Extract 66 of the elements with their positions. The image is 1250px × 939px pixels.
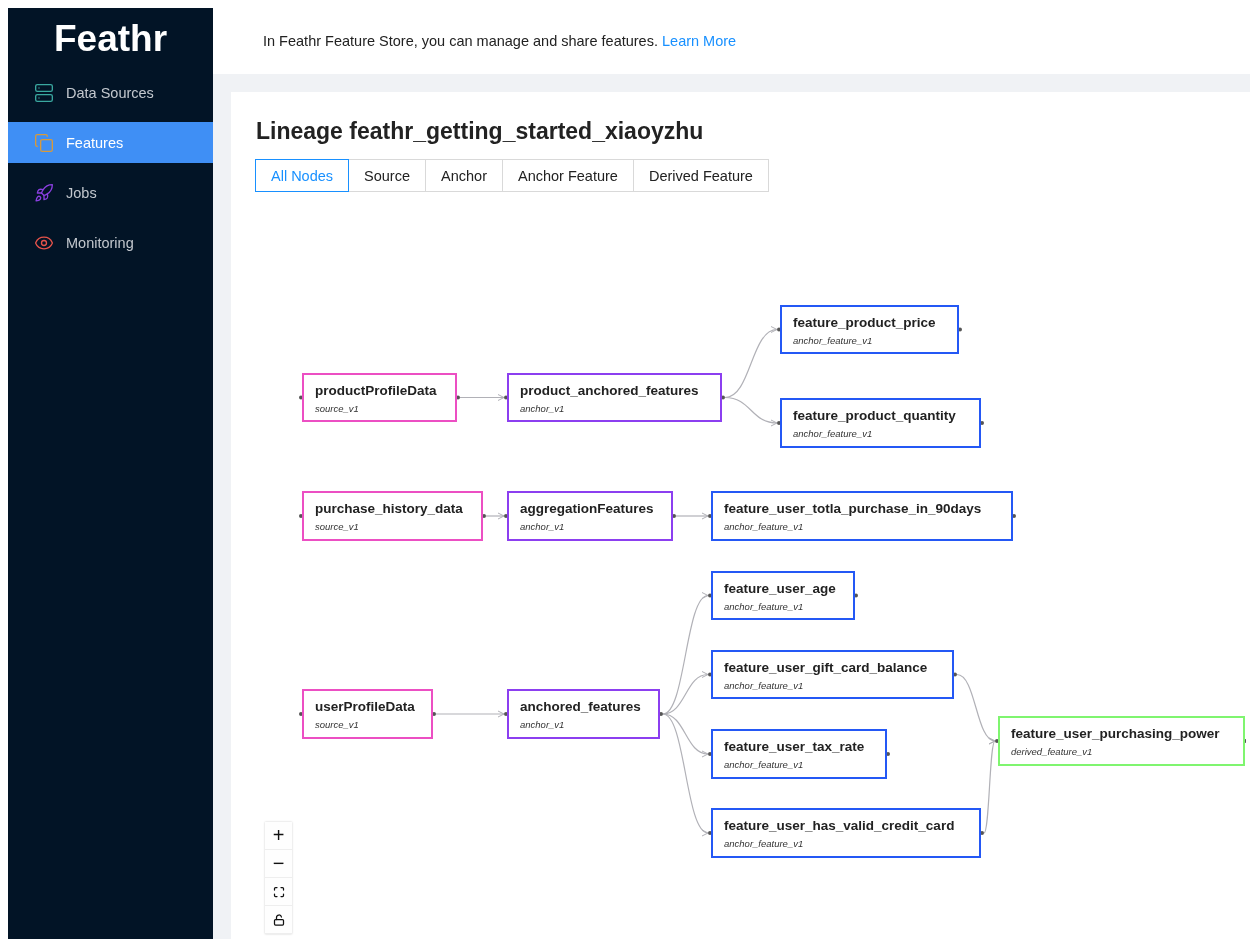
node-name: aggregationFeatures	[520, 501, 654, 516]
node-version: derived_feature_v1	[1011, 746, 1093, 757]
lineage-node[interactable]: userProfileData source_v1	[302, 689, 433, 739]
node-name: feature_user_age	[724, 581, 836, 596]
edge-connector	[485, 512, 505, 520]
lineage-node[interactable]: product_anchored_features anchor_v1	[507, 373, 722, 422]
node-version: anchor_feature_v1	[724, 838, 804, 849]
filter-tab[interactable]: Anchor	[425, 159, 503, 192]
zoom-out-button[interactable]: −	[265, 850, 292, 878]
node-version: anchor_v1	[520, 521, 565, 532]
lineage-node[interactable]: feature_user_purchasing_power derived_feature_v1	[998, 716, 1245, 766]
sidebar-item[interactable]: Data Sources	[8, 72, 213, 113]
node-name: feature_user_tax_rate	[724, 739, 865, 754]
lineage-node[interactable]: feature_user_tax_rate anchor_feature_v1	[711, 729, 887, 779]
server-icon	[34, 82, 54, 103]
lineage-node[interactable]: anchored_features anchor_v1	[507, 689, 660, 739]
lineage-node[interactable]: feature_product_quantity anchor_feature_v1	[780, 398, 981, 448]
filter-tab[interactable]: Anchor Feature	[501, 159, 634, 192]
node-name: feature_product_price	[793, 315, 936, 330]
lineage-node[interactable]: feature_user_totla_purchase_in_90days anchor_feature_v1	[711, 491, 1013, 541]
zoom-in-button[interactable]: +	[265, 822, 292, 850]
sidebar-item[interactable]: Jobs	[8, 172, 213, 213]
copy-icon	[34, 132, 54, 153]
lineage-node[interactable]: feature_user_has_valid_credit_card anchor_feature_v1	[711, 808, 981, 858]
node-name: feature_user_gift_card_balance	[724, 660, 928, 675]
lineage-node[interactable]: feature_user_age anchor_feature_v1	[711, 571, 855, 620]
node-name: anchored_features	[520, 699, 641, 714]
lineage-node[interactable]: purchase_history_data source_v1	[302, 491, 483, 541]
node-version: anchor_feature_v1	[793, 335, 873, 346]
app-logo: Feathr	[53, 17, 168, 61]
edge-connector	[675, 512, 709, 520]
node-name: feature_user_totla_purchase_in_90days	[724, 501, 982, 516]
connection-handle[interactable]	[1244, 739, 1246, 743]
node-version: source_v1	[315, 403, 359, 414]
node-version: anchor_feature_v1	[724, 521, 804, 532]
node-version: anchor_feature_v1	[724, 601, 804, 612]
node-name: productProfileData	[315, 383, 437, 398]
fit-view-button[interactable]	[265, 878, 292, 906]
lineage-node[interactable]: aggregationFeatures anchor_v1	[507, 491, 673, 541]
lineage-node[interactable]: feature_product_price anchor_feature_v1	[780, 305, 959, 354]
lineage-node[interactable]: productProfileData source_v1	[302, 373, 457, 422]
intro-text: In Feathr Feature Store, you can manage and share features. Learn More	[263, 33, 737, 49]
node-name: feature_user_has_valid_credit_card	[724, 818, 955, 833]
edge-connector	[435, 710, 505, 718]
rocket-icon	[34, 182, 54, 203]
filter-tab[interactable]: Derived Feature	[632, 159, 769, 192]
node-version: anchor_feature_v1	[793, 428, 873, 439]
node-version: source_v1	[315, 719, 359, 730]
edge-connector	[459, 394, 505, 401]
node-version: source_v1	[315, 521, 359, 532]
lineage-node[interactable]: feature_user_gift_card_balance anchor_feature_v1	[711, 650, 954, 699]
node-name: purchase_history_data	[315, 501, 463, 516]
sidebar-item[interactable]: Monitoring	[8, 222, 213, 263]
node-version: anchor_feature_v1	[724, 759, 804, 770]
node-version: anchor_v1	[520, 403, 565, 414]
filter-tab[interactable]: Source	[348, 159, 426, 192]
fit-view-icon	[272, 885, 285, 898]
node-name: product_anchored_features	[520, 383, 699, 398]
node-name: feature_product_quantity	[793, 408, 956, 423]
node-version: anchor_v1	[520, 719, 565, 730]
lock-icon	[272, 913, 285, 926]
lock-button[interactable]	[265, 906, 292, 934]
page-title: Lineage feathr_getting_started_xiaoyzhu	[256, 118, 704, 145]
node-version: anchor_feature_v1	[724, 680, 804, 691]
node-name: userProfileData	[315, 699, 415, 714]
node-name: feature_user_purchasing_power	[1011, 726, 1220, 741]
